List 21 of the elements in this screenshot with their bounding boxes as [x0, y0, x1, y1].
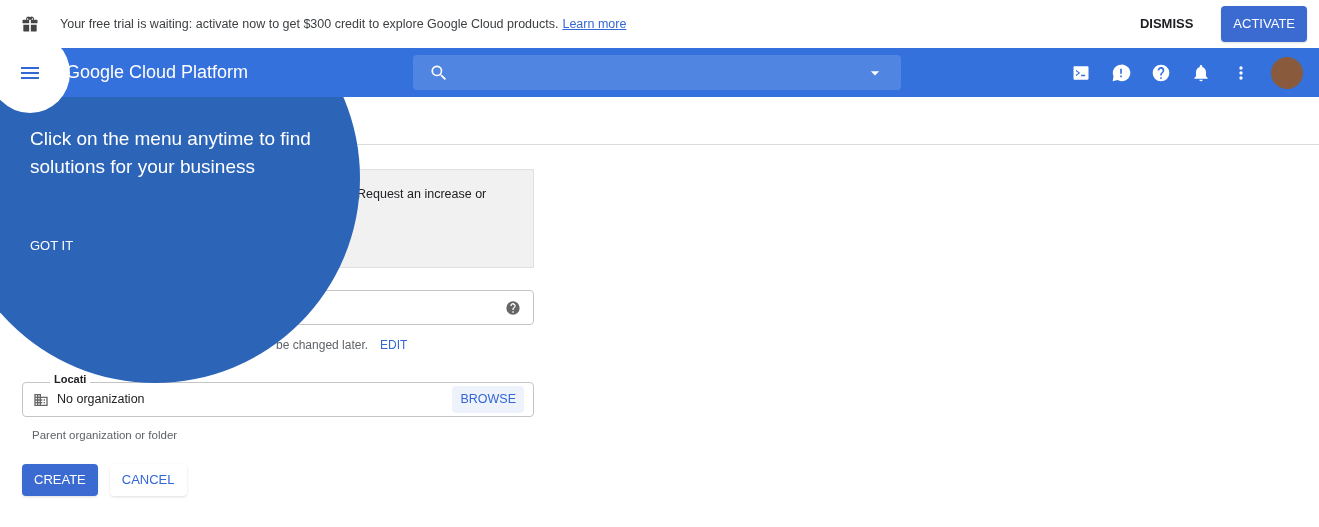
help-icon[interactable]: [505, 299, 521, 316]
building-icon: [33, 391, 49, 408]
location-hint: Parent organization or folder: [32, 429, 178, 441]
location-label: Locati: [50, 374, 91, 385]
tour-message: Click on the menu anytime to find solutions for your business: [30, 127, 312, 179]
cancel-button[interactable]: CANCEL: [109, 464, 187, 496]
location-field[interactable]: No organization BROWSE: [22, 382, 534, 417]
feedback-icon[interactable]: [1111, 62, 1131, 83]
dismiss-button[interactable]: DISMISS: [1131, 6, 1202, 42]
learn-more-link[interactable]: Learn more: [562, 14, 627, 34]
browse-button[interactable]: BROWSE: [452, 386, 524, 413]
edit-link[interactable]: EDIT: [380, 336, 408, 354]
trial-message: Your free trial is waiting: activate now to get $300 credit to explore Google Cloud products.: [60, 15, 559, 33]
gift-icon: [20, 14, 40, 34]
notifications-icon[interactable]: [1191, 62, 1211, 83]
help-icon[interactable]: [1151, 62, 1171, 83]
search-field[interactable]: [413, 55, 902, 90]
activate-button[interactable]: ACTIVATE: [1221, 6, 1307, 42]
got-it-button[interactable]: GOT IT: [30, 236, 74, 256]
create-button[interactable]: CREATE: [22, 464, 98, 496]
location-value: No organization: [57, 391, 146, 409]
